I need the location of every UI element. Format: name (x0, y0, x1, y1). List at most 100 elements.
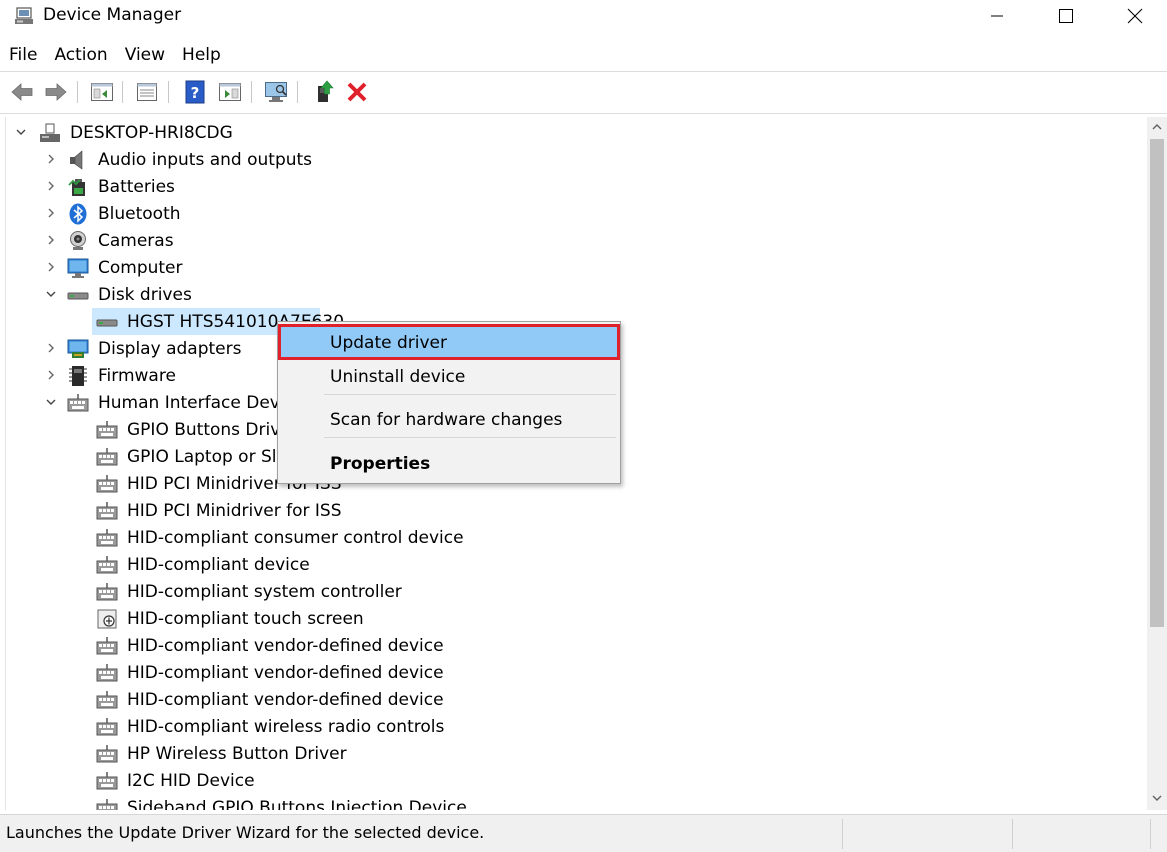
hid-icon (67, 394, 89, 412)
forward-arrow-icon (45, 83, 67, 101)
maximize-icon (1059, 9, 1073, 23)
hid-device-icon (96, 799, 118, 810)
hid-device-icon (96, 664, 118, 682)
category-label: Audio inputs and outputs (98, 150, 313, 170)
device-label: HID-compliant vendor-defined device (127, 636, 444, 656)
device-hid[interactable]: HID-compliant consumer control device (6, 524, 506, 551)
menu-action[interactable]: Action (45, 40, 115, 70)
category-computer[interactable]: Computer (6, 254, 406, 281)
scroll-up-button[interactable] (1147, 117, 1167, 137)
toolbar-separator (168, 81, 169, 103)
minimize-button[interactable] (962, 0, 1032, 32)
menu-separator (324, 437, 616, 438)
status-separator (842, 819, 843, 849)
menu-item-label: Scan for hardware changes (330, 410, 563, 430)
status-text: Launches the Update Driver Wizard for th… (6, 823, 485, 842)
hid-device-icon (96, 637, 118, 655)
hid-device-icon (96, 448, 118, 466)
action-pane-button[interactable] (216, 78, 244, 106)
menu-separator (324, 394, 616, 395)
properties-button[interactable] (133, 78, 161, 106)
device-label: HID-compliant system controller (127, 582, 402, 602)
device-hid[interactable]: HID-compliant vendor-defined device (6, 686, 444, 713)
device-hid[interactable]: HID PCI Minidriver for ISS (6, 497, 406, 524)
chevron-down-icon[interactable] (14, 125, 28, 139)
chevron-right-icon[interactable] (44, 206, 58, 220)
menu-item-scan-for-hardware-changes[interactable]: Scan for hardware changes (280, 403, 618, 435)
chevron-right-icon[interactable] (44, 233, 58, 247)
hid-device-icon (96, 556, 118, 574)
category-bluetooth[interactable]: Bluetooth (6, 200, 406, 227)
uninstall-device-icon (347, 82, 367, 102)
chevron-right-icon[interactable] (44, 179, 58, 193)
category-batteries[interactable]: Batteries (6, 173, 406, 200)
title-bar: Device Manager (0, 0, 1167, 32)
update-driver-icon (318, 80, 334, 102)
menu-bar: File Action View Help (0, 40, 1167, 70)
menu-item-properties[interactable]: Properties (280, 447, 618, 479)
forward-button[interactable] (42, 78, 70, 106)
category-cameras[interactable]: Cameras (6, 227, 406, 254)
device-hid[interactable]: I2C HID Device (6, 767, 406, 794)
device-hid[interactable]: HP Wireless Button Driver (6, 740, 406, 767)
hid-device-icon (96, 745, 118, 763)
device-label: HID PCI Minidriver for ISS (127, 501, 342, 521)
minimize-icon (991, 15, 1003, 17)
device-label: HID-compliant vendor-defined device (127, 663, 444, 683)
display-adapter-icon (67, 339, 89, 358)
hid-device-icon (96, 475, 118, 493)
menu-help[interactable]: Help (173, 40, 229, 70)
tree-root-label: DESKTOP-HRI8CDG (70, 123, 233, 143)
help-button[interactable]: ? (181, 78, 209, 106)
device-manager-icon (15, 7, 33, 24)
speaker-icon (70, 150, 83, 170)
chevron-down-icon (1152, 795, 1162, 801)
chevron-right-icon[interactable] (44, 368, 58, 382)
device-hid[interactable]: Sideband GPIO Buttons Injection Device (6, 794, 506, 810)
update-driver-button[interactable] (310, 78, 338, 106)
chevron-right-icon[interactable] (44, 341, 58, 355)
uninstall-device-button[interactable] (343, 78, 371, 106)
category-label: Bluetooth (98, 204, 181, 224)
back-button[interactable] (8, 78, 36, 106)
device-hid[interactable]: HID-compliant vendor-defined device (6, 632, 444, 659)
tree-root[interactable]: DESKTOP-HRI8CDG (6, 119, 406, 146)
chevron-right-icon[interactable] (44, 260, 58, 274)
hid-device-icon (96, 529, 118, 547)
toolbar-divider (0, 113, 1167, 114)
chevron-right-icon[interactable] (44, 152, 58, 166)
category-label: Firmware (98, 366, 176, 386)
hid-device-icon (96, 421, 118, 439)
device-label: HID-compliant device (127, 555, 310, 575)
chevron-down-icon[interactable] (44, 395, 58, 409)
maximize-button[interactable] (1031, 0, 1101, 32)
close-button[interactable] (1100, 0, 1167, 32)
window-title: Device Manager (43, 5, 182, 25)
device-hid[interactable]: HID-compliant system controller (6, 578, 406, 605)
bluetooth-icon (69, 203, 87, 225)
menu-item-label: Update driver (330, 333, 447, 353)
menu-item-uninstall-device[interactable]: Uninstall device (280, 360, 618, 392)
vertical-scrollbar[interactable] (1147, 117, 1167, 810)
hid-device-icon (96, 772, 118, 790)
toolbar-separator (122, 81, 123, 103)
scrollbar-thumb[interactable] (1150, 139, 1164, 627)
scroll-down-button[interactable] (1147, 788, 1167, 808)
device-hid[interactable]: HID-compliant wireless radio controls (6, 713, 444, 740)
menu-item-update-driver[interactable]: Update driver (278, 324, 620, 360)
category-audio-inputs-and-outputs[interactable]: Audio inputs and outputs (6, 146, 406, 173)
status-separator (1150, 819, 1151, 849)
menu-file[interactable]: File (0, 40, 45, 70)
battery-icon (68, 179, 85, 196)
show-hide-console-tree-button[interactable] (88, 78, 116, 106)
device-hid[interactable]: HID-compliant vendor-defined device (6, 659, 444, 686)
touch-screen-icon (97, 609, 117, 629)
menu-view[interactable]: View (116, 40, 173, 70)
scan-for-hardware-changes-button[interactable] (262, 78, 290, 106)
category-disk-drives[interactable]: Disk drives (6, 281, 406, 308)
hid-device-icon (96, 502, 118, 520)
device-hid[interactable]: HID-compliant touch screen (6, 605, 406, 632)
chevron-down-icon[interactable] (44, 287, 58, 301)
device-hid[interactable]: HID-compliant device (6, 551, 406, 578)
menubar-divider (0, 71, 1167, 72)
